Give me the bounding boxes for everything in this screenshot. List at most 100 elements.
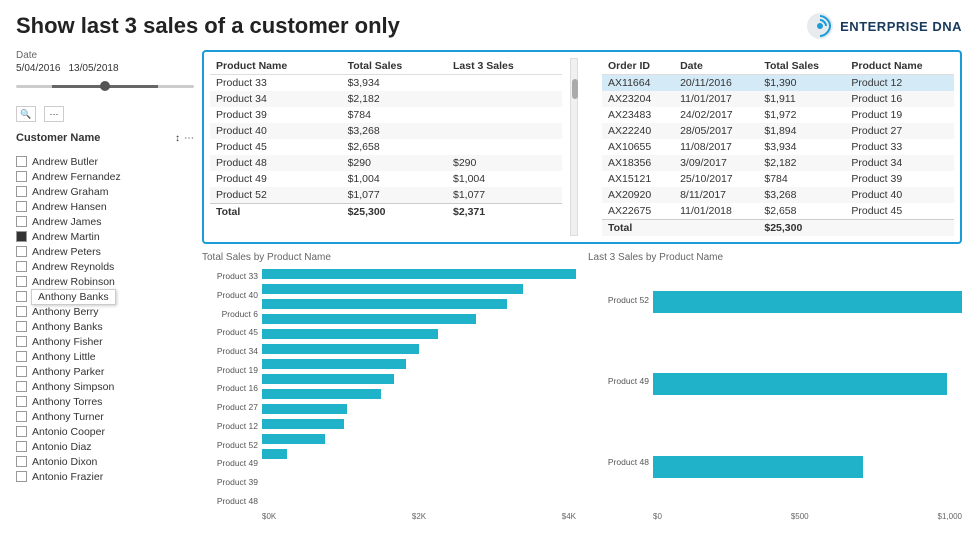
table-row[interactable]: Product 33 $3,934 bbox=[210, 75, 562, 92]
date-cell: 25/10/2017 bbox=[674, 171, 758, 187]
bar bbox=[653, 456, 863, 478]
bar bbox=[262, 404, 347, 414]
customer-checkbox[interactable] bbox=[16, 411, 27, 422]
table-row[interactable]: AX11664 20/11/2016 $1,390 Product 12 bbox=[602, 75, 954, 92]
total-sales-cell: $2,658 bbox=[342, 139, 447, 155]
bar-row bbox=[262, 327, 576, 341]
column-header: Product Name bbox=[210, 58, 342, 75]
sort-icon[interactable]: ↕ bbox=[175, 133, 180, 144]
date-to: 13/05/2018 bbox=[69, 63, 119, 74]
table-row[interactable]: AX22675 11/01/2018 $2,658 Product 45 bbox=[602, 203, 954, 220]
customer-item[interactable]: Andrew James bbox=[16, 214, 194, 229]
customer-checkbox[interactable] bbox=[16, 471, 27, 482]
customer-item[interactable]: Andrew Fernandez bbox=[16, 169, 194, 184]
customer-checkbox[interactable] bbox=[16, 246, 27, 257]
last3-total: $2,371 bbox=[447, 204, 562, 221]
customer-checkbox[interactable] bbox=[16, 156, 27, 167]
customer-item[interactable]: Anthony BanksAnthony Banks bbox=[16, 289, 194, 304]
customer-item[interactable]: Antonio Cooper bbox=[16, 424, 194, 439]
table-row[interactable]: AX20920 8/11/2017 $3,268 Product 40 bbox=[602, 187, 954, 203]
customer-item[interactable]: Anthony Fisher bbox=[16, 334, 194, 349]
customer-checkbox[interactable] bbox=[16, 216, 27, 227]
customer-checkbox[interactable] bbox=[16, 426, 27, 437]
customer-name: Andrew Fernandez bbox=[32, 171, 121, 183]
table-row[interactable]: AX22240 28/05/2017 $1,894 Product 27 bbox=[602, 123, 954, 139]
customer-checkbox[interactable] bbox=[16, 201, 27, 212]
customer-checkbox[interactable] bbox=[16, 171, 27, 182]
last3-cell bbox=[447, 139, 562, 155]
table-row[interactable]: AX15121 25/10/2017 $784 Product 39 bbox=[602, 171, 954, 187]
customer-item[interactable]: Anthony Parker bbox=[16, 364, 194, 379]
left-table-scrollbar[interactable] bbox=[570, 58, 578, 236]
customer-item[interactable]: Andrew Peters bbox=[16, 244, 194, 259]
customer-actions: ↕ ⋯ bbox=[175, 133, 194, 144]
customer-item[interactable]: Andrew Martin bbox=[16, 229, 194, 244]
customer-item[interactable]: Andrew Reynolds bbox=[16, 259, 194, 274]
right-chart-x-axis: $0$500$1,000 bbox=[588, 512, 962, 521]
customer-item[interactable]: Antonio Dixon bbox=[16, 454, 194, 469]
table-row[interactable]: Product 48 $290 $290 bbox=[210, 155, 562, 171]
customer-checkbox[interactable] bbox=[16, 441, 27, 452]
customer-item[interactable]: Andrew Robinson bbox=[16, 274, 194, 289]
customer-item[interactable]: Andrew Hansen bbox=[16, 199, 194, 214]
slider-thumb[interactable] bbox=[100, 81, 110, 91]
customer-checkbox[interactable] bbox=[16, 306, 27, 317]
table-row[interactable]: AX23204 11/01/2017 $1,911 Product 16 bbox=[602, 91, 954, 107]
x-axis-label: $500 bbox=[791, 512, 809, 521]
bar-label: Product 49 bbox=[588, 376, 653, 386]
bar-label: Product 39 bbox=[202, 477, 262, 487]
search-icon[interactable]: 🔍 bbox=[16, 106, 36, 122]
customer-item[interactable]: Andrew Graham bbox=[16, 184, 194, 199]
customer-checkbox[interactable] bbox=[16, 336, 27, 347]
table-row[interactable]: AX10655 11/08/2017 $3,934 Product 33 bbox=[602, 139, 954, 155]
customer-item[interactable]: Anthony Little bbox=[16, 349, 194, 364]
customer-checkbox[interactable] bbox=[16, 261, 27, 272]
last3-cell bbox=[447, 107, 562, 123]
table-row[interactable]: Product 45 $2,658 bbox=[210, 139, 562, 155]
customer-item[interactable]: Anthony Berry bbox=[16, 304, 194, 319]
right-bar-chart: Product 52Product 49Product 48 bbox=[588, 267, 962, 510]
more-icon[interactable]: ⋯ bbox=[184, 133, 194, 144]
customer-checkbox[interactable] bbox=[16, 231, 27, 242]
customer-item[interactable]: Antonio Diaz bbox=[16, 439, 194, 454]
date-slider[interactable] bbox=[16, 78, 194, 94]
customer-checkbox[interactable] bbox=[16, 381, 27, 392]
last3-cell: $1,004 bbox=[447, 171, 562, 187]
customer-item[interactable]: Antonio Frazier bbox=[16, 469, 194, 484]
left-table: Product NameTotal SalesLast 3 Sales Prod… bbox=[210, 58, 562, 236]
customer-checkbox[interactable] bbox=[16, 366, 27, 377]
header: Show last 3 sales of a customer only ENT… bbox=[16, 12, 962, 40]
customer-name: Antonio Dixon bbox=[32, 456, 97, 468]
customer-item[interactable]: Anthony Turner bbox=[16, 409, 194, 424]
customer-list[interactable]: Andrew Butler Andrew FernandezAndrew Grah… bbox=[16, 154, 194, 521]
customer-checkbox[interactable] bbox=[16, 291, 27, 302]
sales-cell: $3,934 bbox=[758, 139, 845, 155]
sales-cell: $2,658 bbox=[758, 203, 845, 220]
customer-checkbox[interactable] bbox=[16, 276, 27, 287]
bar bbox=[262, 434, 325, 444]
table-row[interactable]: AX18356 3/09/2017 $2,182 Product 34 bbox=[602, 155, 954, 171]
table-row[interactable]: Product 52 $1,077 $1,077 bbox=[210, 187, 562, 204]
customer-checkbox[interactable] bbox=[16, 321, 27, 332]
top-tables: Product NameTotal SalesLast 3 Sales Prod… bbox=[202, 50, 962, 244]
table-row[interactable]: AX23483 24/02/2017 $1,972 Product 19 bbox=[602, 107, 954, 123]
customer-checkbox[interactable] bbox=[16, 186, 27, 197]
table-row[interactable]: Product 34 $2,182 bbox=[210, 91, 562, 107]
bar-label: Product 45 bbox=[202, 327, 262, 337]
sales-cell: $1,390 bbox=[758, 75, 845, 92]
total-sales-cell: $784 bbox=[342, 107, 447, 123]
bar-row bbox=[262, 372, 576, 386]
left-chart-container: Total Sales by Product Name Product 33Pr… bbox=[202, 252, 576, 521]
table-row[interactable]: Product 40 $3,268 bbox=[210, 123, 562, 139]
customer-item[interactable]: Anthony Banks bbox=[16, 319, 194, 334]
customer-item[interactable]: Anthony Simpson bbox=[16, 379, 194, 394]
customer-item[interactable]: Anthony Torres bbox=[16, 394, 194, 409]
customer-checkbox[interactable] bbox=[16, 456, 27, 467]
customer-checkbox[interactable] bbox=[16, 351, 27, 362]
product-cell: Product 40 bbox=[845, 187, 954, 203]
customer-checkbox[interactable] bbox=[16, 396, 27, 407]
table-row[interactable]: Product 49 $1,004 $1,004 bbox=[210, 171, 562, 187]
customer-item[interactable]: Andrew Butler bbox=[16, 154, 194, 169]
filter-icon[interactable]: ⋯ bbox=[44, 106, 64, 122]
table-row[interactable]: Product 39 $784 bbox=[210, 107, 562, 123]
